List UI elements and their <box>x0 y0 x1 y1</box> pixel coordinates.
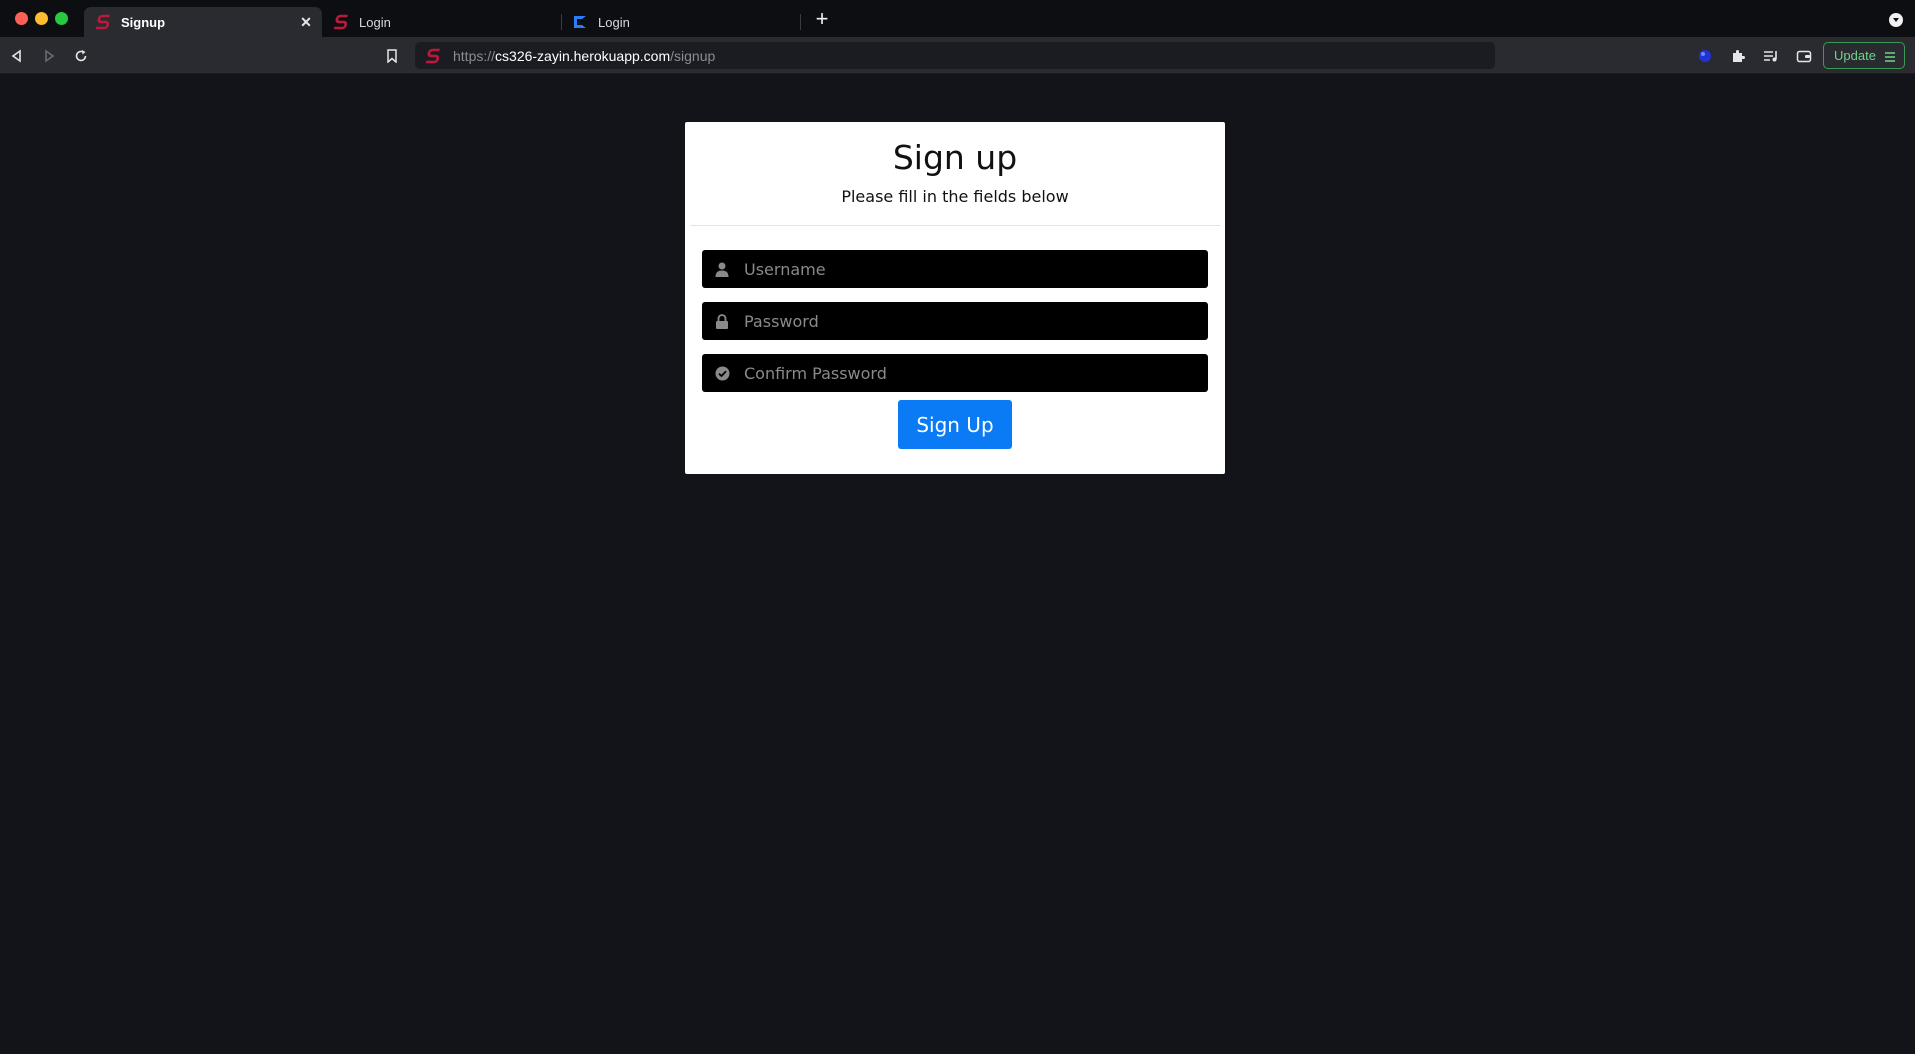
address-bar[interactable]: https://cs326-zayin.herokuapp.com/signup <box>415 42 1495 69</box>
tab-title: Login <box>359 14 391 30</box>
tab-title: Login <box>598 14 630 30</box>
url-scheme: https:// <box>453 47 496 64</box>
tab-signup[interactable]: Signup ✕ <box>84 7 322 37</box>
tab-title: Signup <box>121 14 166 30</box>
tab-close-icon[interactable]: ✕ <box>298 14 314 30</box>
red-s-logo-icon <box>425 47 443 65</box>
tab-separator <box>800 14 801 30</box>
reload-icon[interactable] <box>71 46 91 66</box>
new-tab-plus-icon[interactable]: + <box>812 8 832 30</box>
sign-up-button[interactable]: Sign Up <box>898 400 1012 449</box>
confirm-password-input[interactable] <box>744 354 1208 392</box>
password-input[interactable] <box>744 302 1208 340</box>
forward-arrow-icon[interactable] <box>39 46 59 66</box>
lock-icon <box>713 312 731 330</box>
back-arrow-icon[interactable] <box>7 46 27 66</box>
window-minimize-button[interactable] <box>35 12 48 25</box>
page-viewport: Sign up Please fill in the fields below … <box>0 75 1915 1054</box>
browser-toolbar: https://cs326-zayin.herokuapp.com/signup… <box>0 37 1915 74</box>
window-close-button[interactable] <box>15 12 28 25</box>
url-path: /signup <box>670 47 716 64</box>
username-input[interactable] <box>744 250 1208 288</box>
tab-list-chevron-icon[interactable] <box>1889 13 1903 27</box>
bookmark-icon[interactable] <box>382 46 402 66</box>
password-field[interactable] <box>702 302 1208 340</box>
extensions-puzzle-icon[interactable] <box>1728 46 1748 66</box>
tab-login-2[interactable]: Login <box>561 7 799 37</box>
username-field[interactable] <box>702 250 1208 288</box>
divider <box>690 225 1220 226</box>
signup-card: Sign up Please fill in the fields below … <box>685 122 1225 474</box>
red-s-logo-icon <box>332 13 350 31</box>
user-icon <box>713 260 731 278</box>
url-host: cs326-zayin.herokuapp.com <box>495 47 671 64</box>
window-zoom-button[interactable] <box>55 12 68 25</box>
update-label: Update <box>1834 48 1876 63</box>
red-s-logo-icon <box>94 13 112 31</box>
check-circle-icon <box>713 364 731 382</box>
confirm-password-field[interactable] <box>702 354 1208 392</box>
page-title: Sign up <box>892 138 1018 177</box>
extension-blue-icon[interactable] <box>1695 46 1715 66</box>
page-subtitle: Please fill in the fields below <box>841 187 1069 206</box>
update-button[interactable]: Update <box>1823 42 1905 69</box>
media-playlist-icon[interactable] <box>1761 46 1781 66</box>
tab-login-1[interactable]: Login <box>322 7 560 37</box>
browser-tab-bar: Signup ✕ Login Login + <box>0 0 1915 37</box>
wallet-icon[interactable] <box>1794 46 1814 66</box>
hamburger-menu-icon <box>1884 51 1896 66</box>
blue-k-logo-icon <box>571 13 589 31</box>
